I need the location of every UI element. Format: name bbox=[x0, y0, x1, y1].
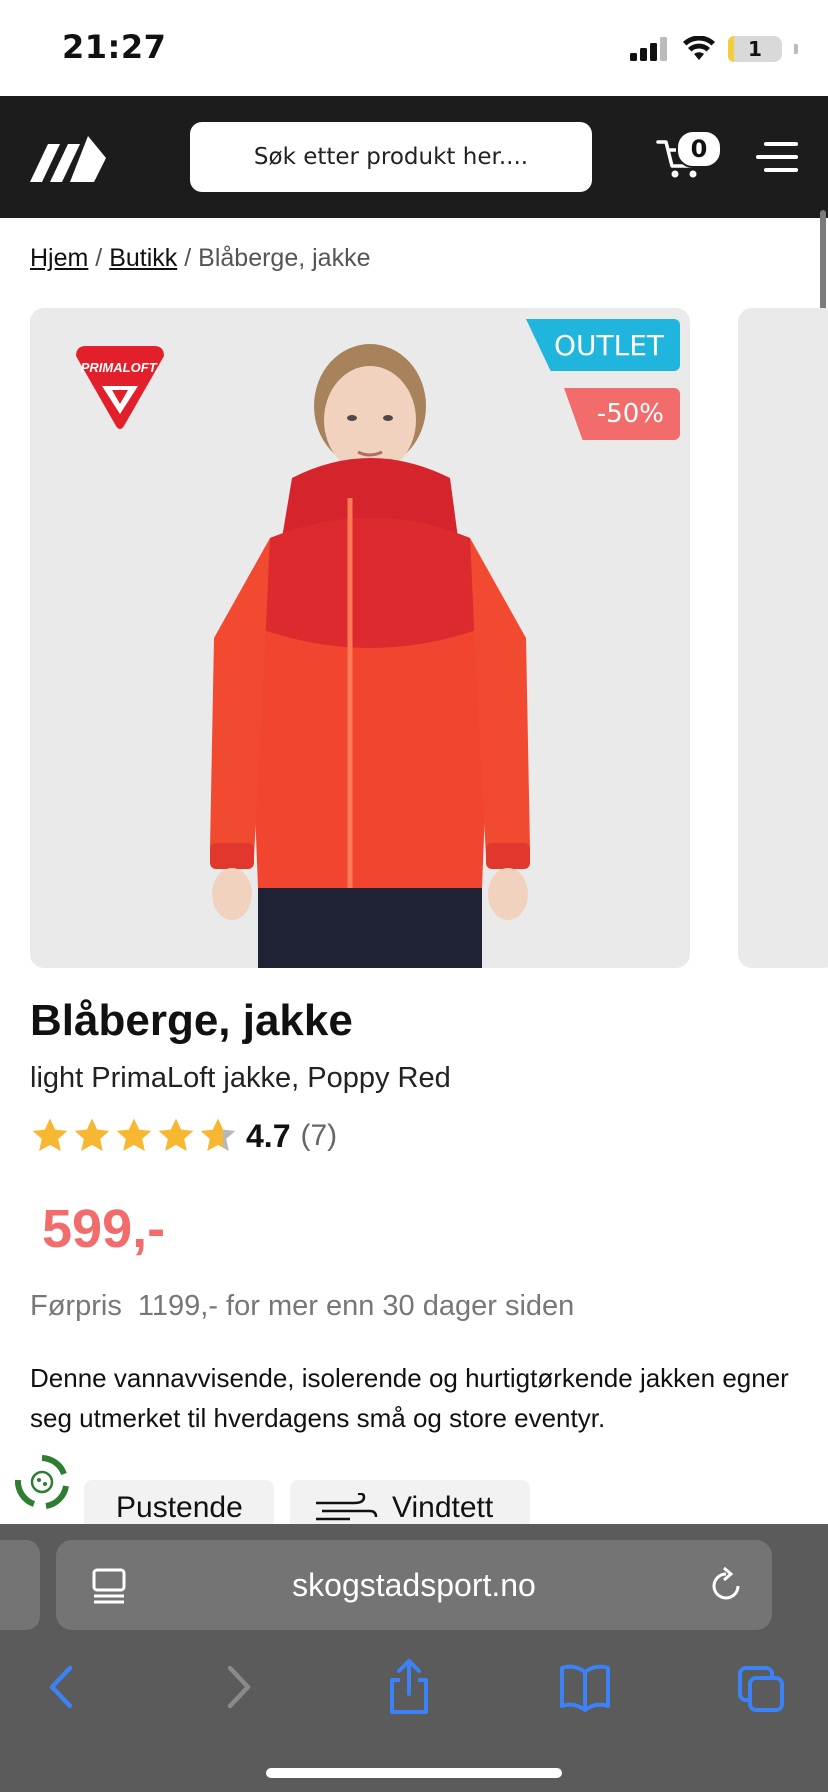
back-icon[interactable] bbox=[38, 1658, 88, 1716]
home-indicator[interactable] bbox=[266, 1768, 562, 1778]
feature-label: Vindtett bbox=[392, 1491, 494, 1524]
bookmarks-icon[interactable] bbox=[560, 1658, 610, 1716]
breadcrumb-separator: / bbox=[95, 244, 103, 272]
cart-count-badge: 0 bbox=[676, 130, 722, 168]
battery-icon: 1 bbox=[728, 36, 782, 62]
discount-badge: -50% bbox=[564, 388, 680, 440]
star-icon bbox=[116, 1118, 152, 1151]
eco-badge-icon[interactable] bbox=[12, 1452, 72, 1512]
brand-logo-icon[interactable] bbox=[30, 132, 106, 182]
rating-value: 4.7 bbox=[246, 1117, 291, 1154]
reload-icon[interactable] bbox=[708, 1566, 744, 1604]
wind-icon bbox=[316, 1493, 378, 1521]
rating-count: (7) bbox=[300, 1119, 338, 1152]
previous-tab[interactable] bbox=[0, 1540, 40, 1630]
breadcrumb: Hjem / Butikk / Blåberge, jakke bbox=[30, 244, 370, 273]
forward-icon[interactable] bbox=[212, 1658, 262, 1716]
browser-nav-row bbox=[0, 1658, 828, 1716]
battery-level: 1 bbox=[748, 37, 762, 61]
star-half-icon bbox=[200, 1118, 236, 1151]
tabs-icon[interactable] bbox=[736, 1658, 786, 1716]
previous-price: Førpris 1199,- for mer enn 30 dager side… bbox=[30, 1290, 575, 1322]
status-time: 21:27 bbox=[62, 28, 167, 66]
primaloft-logo-icon: PRIMALOFT. bbox=[76, 346, 164, 429]
svg-text:PRIMALOFT.: PRIMALOFT. bbox=[81, 360, 159, 375]
outlet-badge: OUTLET bbox=[526, 319, 680, 371]
product-photo bbox=[210, 344, 530, 968]
wifi-icon bbox=[683, 36, 715, 60]
product-title: Blåberge, jakke bbox=[30, 996, 353, 1045]
breadcrumb-current: Blåberge, jakke bbox=[198, 244, 371, 272]
star-icon bbox=[158, 1118, 194, 1151]
star-icon bbox=[74, 1118, 110, 1151]
breadcrumb-home-link[interactable]: Hjem bbox=[30, 244, 88, 272]
rating-row[interactable]: 4.7 (7) bbox=[30, 1116, 337, 1156]
search-input[interactable]: Søk etter produkt her.... bbox=[190, 122, 592, 192]
product-description: Denne vannavvisende, isolerende og hurti… bbox=[30, 1363, 789, 1433]
product-price: 599,- bbox=[42, 1199, 166, 1259]
browser-toolbar: skogstadsport.no bbox=[0, 1524, 828, 1792]
battery-cap bbox=[794, 44, 798, 54]
status-icons: 1 bbox=[630, 32, 798, 66]
cellular-signal-icon bbox=[630, 37, 667, 61]
feature-label: Pustende bbox=[116, 1491, 243, 1524]
breadcrumb-shop-link[interactable]: Butikk bbox=[109, 244, 177, 272]
star-icon bbox=[32, 1118, 68, 1151]
menu-icon[interactable] bbox=[756, 140, 798, 174]
breadcrumb-separator: / bbox=[184, 244, 192, 272]
address-bar[interactable]: skogstadsport.no bbox=[56, 1540, 772, 1630]
url-text: skogstadsport.no bbox=[292, 1566, 536, 1603]
status-bar: 21:27 1 bbox=[0, 0, 828, 96]
product-subtitle: light PrimaLoft jakke, Poppy Red bbox=[30, 1062, 451, 1094]
share-icon[interactable] bbox=[384, 1658, 434, 1716]
next-image-slide[interactable] bbox=[738, 308, 828, 968]
product-image-slide[interactable]: PRIMALOFT. OUTLET -50% bbox=[30, 308, 690, 968]
